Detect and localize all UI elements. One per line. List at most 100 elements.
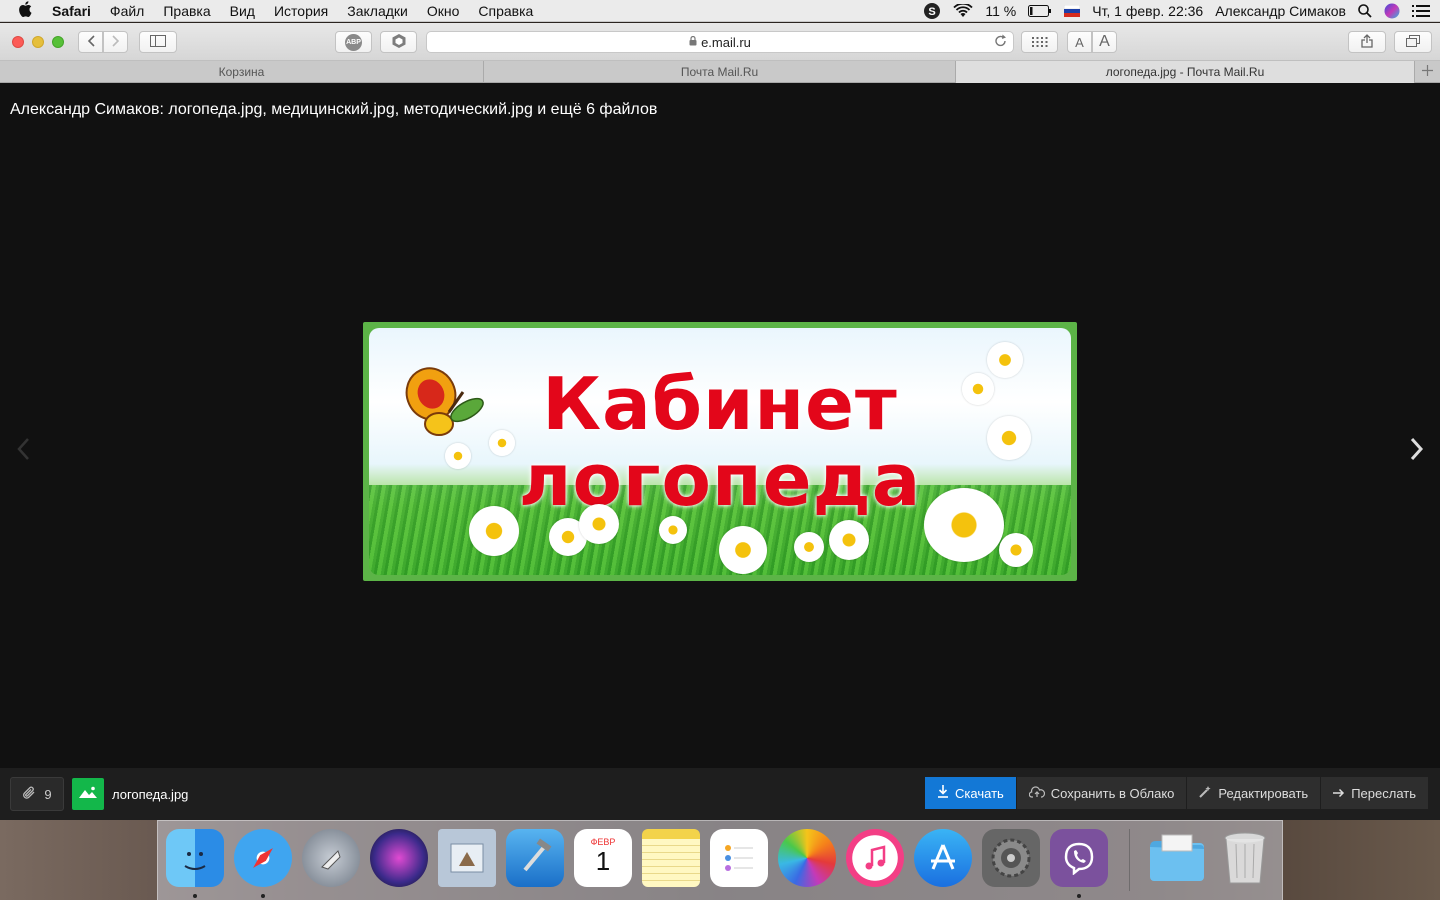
dock-separator: [1129, 829, 1130, 891]
battery-percent: 11 %: [985, 3, 1017, 19]
edit-button[interactable]: Редактировать: [1187, 777, 1322, 809]
share-icon: [1361, 33, 1373, 51]
sidebar-toggle-button[interactable]: [139, 31, 177, 53]
daisy-decoration: [962, 373, 994, 405]
attachments-count: 9: [44, 786, 52, 802]
previous-image-button[interactable]: [16, 436, 30, 468]
menu-file[interactable]: Файл: [110, 3, 144, 19]
save-to-cloud-label: Сохранить в Облако: [1050, 785, 1175, 801]
downloads-folder-icon[interactable]: [1148, 829, 1206, 887]
wifi-icon[interactable]: [953, 4, 973, 18]
new-tab-button[interactable]: [1415, 61, 1440, 82]
browser-toolbar: ABP e.mail.ru A A: [0, 23, 1440, 61]
tab-trash[interactable]: Корзина: [0, 61, 484, 83]
daisy-decoration: [445, 443, 471, 469]
back-button[interactable]: [78, 31, 103, 53]
banner-title-line1: Кабинет: [542, 362, 898, 446]
safari-window: ABP e.mail.ru A A Корзина Почта Mail.Ru …: [0, 23, 1440, 820]
viber-icon[interactable]: [1050, 829, 1108, 887]
grid-icon: [1031, 35, 1048, 50]
siri-icon[interactable]: [1384, 3, 1400, 19]
safari-icon[interactable]: [234, 829, 292, 887]
system-preferences-icon[interactable]: [982, 829, 1040, 887]
save-to-cloud-button[interactable]: Сохранить в Облако: [1016, 777, 1188, 809]
menu-view[interactable]: Вид: [230, 3, 255, 19]
daisy-decoration: [794, 532, 824, 562]
tabs-overview-button[interactable]: [1394, 31, 1432, 53]
chevron-left-icon: [87, 34, 95, 50]
menubar-datetime[interactable]: Чт, 1 февр. 22:36: [1092, 3, 1203, 19]
tab-label: Почта Mail.Ru: [680, 65, 759, 79]
menu-history[interactable]: История: [274, 3, 328, 19]
current-file-name: логопеда.jpg: [112, 786, 189, 802]
menu-bar: Safari Файл Правка Вид История Закладки …: [0, 0, 1440, 22]
launchpad-icon[interactable]: [302, 829, 360, 887]
notification-center-icon[interactable]: [1412, 4, 1430, 18]
input-language-flag-icon[interactable]: [1064, 5, 1081, 17]
app-store-icon[interactable]: [914, 829, 972, 887]
photos-icon[interactable]: [778, 829, 836, 887]
menu-window[interactable]: Окно: [427, 3, 460, 19]
daisy-decoration: [829, 520, 869, 560]
menubar-user[interactable]: Александр Симаков: [1215, 3, 1346, 19]
address-bar[interactable]: e.mail.ru: [426, 31, 1014, 53]
forward-button[interactable]: Переслать: [1321, 777, 1429, 809]
trash-icon[interactable]: [1216, 829, 1274, 887]
calendar-icon[interactable]: ФЕВР 1: [574, 829, 632, 887]
top-sites-button[interactable]: [1021, 31, 1058, 53]
chevron-right-icon: [1410, 436, 1424, 467]
download-button[interactable]: Скачать: [925, 777, 1017, 809]
address-text: e.mail.ru: [701, 34, 751, 50]
menu-edit[interactable]: Правка: [163, 3, 210, 19]
skype-status-icon[interactable]: S: [923, 2, 941, 20]
close-window-button[interactable]: [12, 35, 24, 48]
next-image-button[interactable]: [1410, 436, 1424, 468]
menu-app-name[interactable]: Safari: [52, 3, 91, 19]
xcode-icon[interactable]: [506, 829, 564, 887]
forward-button[interactable]: [103, 31, 128, 53]
running-indicator: [261, 894, 265, 898]
arrow-right-icon: [1333, 786, 1345, 801]
spotlight-search-icon[interactable]: [1358, 4, 1372, 18]
font-increase-button[interactable]: A: [1092, 31, 1117, 53]
image-background: Кабинет логопеда: [369, 328, 1071, 575]
privacy-extension-button[interactable]: [380, 31, 417, 53]
minimize-window-button[interactable]: [32, 35, 44, 48]
daisy-decoration: [659, 516, 687, 544]
tab-mail[interactable]: Почта Mail.Ru: [484, 61, 956, 83]
notes-icon[interactable]: [642, 829, 700, 887]
tabs-icon: [1406, 34, 1420, 50]
adblock-extension-button[interactable]: ABP: [335, 31, 372, 53]
download-icon: [937, 785, 949, 801]
apple-menu-icon[interactable]: [18, 0, 38, 21]
finder-icon[interactable]: [166, 829, 224, 887]
magic-wand-icon: [1199, 785, 1212, 801]
mail-app-icon[interactable]: [438, 829, 496, 887]
attachments-count-button[interactable]: 9: [10, 777, 64, 811]
running-indicator: [193, 894, 197, 898]
calendar-day: 1: [595, 846, 611, 876]
font-decrease-button[interactable]: A: [1067, 31, 1092, 53]
reload-icon[interactable]: [994, 34, 1007, 51]
chevron-right-icon: [111, 34, 120, 50]
battery-icon[interactable]: [1028, 5, 1052, 17]
file-thumbnail[interactable]: [72, 778, 104, 810]
window-controls: [12, 35, 64, 48]
attachment-actions: Скачать Сохранить в Облако Редактировать…: [925, 777, 1429, 809]
itunes-icon[interactable]: [846, 829, 904, 887]
menu-bookmarks[interactable]: Закладки: [347, 3, 408, 19]
tab-attachment-viewer[interactable]: логопеда.jpg - Почта Mail.Ru: [956, 61, 1415, 83]
reminders-icon[interactable]: [710, 829, 768, 887]
daisy-decoration: [999, 533, 1033, 567]
chevron-left-icon: [16, 436, 30, 467]
daisy-decoration: [469, 506, 519, 556]
sidebar-icon: [150, 34, 166, 50]
attachment-image: Кабинет логопеда: [363, 322, 1077, 581]
tab-label: логопеда.jpg - Почта Mail.Ru: [1105, 65, 1265, 79]
menu-help[interactable]: Справка: [478, 3, 533, 19]
daisy-decoration: [489, 430, 515, 456]
fullscreen-window-button[interactable]: [52, 35, 64, 48]
daisy-decoration: [924, 488, 1004, 562]
share-button[interactable]: [1348, 31, 1386, 53]
siri-app-icon[interactable]: [370, 829, 428, 887]
